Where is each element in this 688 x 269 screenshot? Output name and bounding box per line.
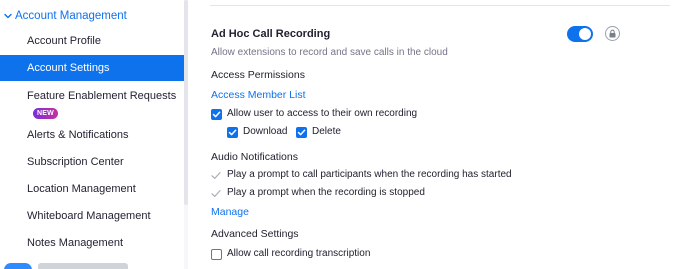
- sidebar-item-notes-management[interactable]: Notes Management: [0, 230, 184, 256]
- toggle-knob: [579, 28, 591, 40]
- sidebar-item-feature-enablement-requests[interactable]: Feature Enablement Requests NEW: [0, 86, 184, 120]
- sidebar-item-label: Location Management: [27, 183, 136, 195]
- sidebar-item-subscription-center[interactable]: Subscription Center: [0, 149, 184, 175]
- prompt-start-label: Play a prompt to call participants when …: [227, 169, 512, 180]
- chevron-down-icon: [4, 13, 12, 19]
- access-member-list-link[interactable]: Access Member List: [211, 89, 306, 101]
- download-label: Download: [243, 126, 288, 137]
- allow-own-recording-checkbox[interactable]: [211, 109, 222, 120]
- checkmark-icon: [297, 129, 306, 136]
- sidebar-item-label: Notes Management: [27, 237, 123, 249]
- sidebar-item-label: Whiteboard Management: [27, 210, 151, 222]
- sidebar-item-location-management[interactable]: Location Management: [0, 176, 184, 202]
- settings-panel: Ad Hoc Call Recording Allow extensions t…: [188, 0, 688, 269]
- sidebar-item-account-settings[interactable]: Account Settings: [0, 55, 184, 81]
- allow-own-recording-label: Allow user to access to their own record…: [227, 108, 418, 119]
- lock-button[interactable]: [605, 26, 620, 41]
- sidebar-item-label: Account Settings: [27, 62, 110, 74]
- manage-link[interactable]: Manage: [211, 206, 249, 218]
- sidebar-item-label: Alerts & Notifications: [27, 129, 129, 141]
- partial-nav-label: [38, 263, 128, 269]
- checkmark-icon: [211, 190, 221, 197]
- checkmark-icon: [212, 111, 221, 118]
- nav-section-label: Account Management: [15, 10, 127, 22]
- checkmark-icon: [228, 129, 237, 136]
- sidebar-item-label: Subscription Center: [27, 156, 124, 168]
- download-checkbox[interactable]: [227, 127, 238, 138]
- delete-label: Delete: [312, 126, 341, 137]
- divider: [210, 5, 670, 6]
- nav-section-account-management[interactable]: Account Management: [0, 4, 184, 28]
- audio-notifications-heading: Audio Notifications: [211, 151, 298, 163]
- access-permissions-heading: Access Permissions: [211, 69, 305, 81]
- lock-icon: [609, 29, 616, 38]
- advanced-settings-heading: Advanced Settings: [211, 228, 299, 240]
- delete-checkbox[interactable]: [296, 127, 307, 138]
- partial-nav-icon: [4, 263, 32, 269]
- sidebar-item-whiteboard-management[interactable]: Whiteboard Management: [0, 203, 184, 229]
- setting-description: Allow extensions to record and save call…: [211, 47, 448, 58]
- transcription-checkbox[interactable]: [211, 249, 222, 260]
- sidebar-item-label: Feature Enablement Requests: [27, 90, 177, 102]
- sidebar-item-label: Account Profile: [27, 35, 101, 47]
- prompt-stop-label: Play a prompt when the recording is stop…: [227, 187, 425, 198]
- sidebar-item-account-profile[interactable]: Account Profile: [0, 28, 184, 54]
- sidebar: Account Management Account Profile Accou…: [0, 0, 184, 269]
- ad-hoc-recording-toggle[interactable]: [567, 26, 593, 42]
- checkmark-icon: [211, 172, 221, 179]
- setting-title: Ad Hoc Call Recording: [211, 28, 331, 40]
- new-badge: NEW: [33, 108, 58, 119]
- transcription-label: Allow call recording transcription: [227, 248, 371, 259]
- sidebar-item-alerts-notifications[interactable]: Alerts & Notifications: [0, 122, 184, 148]
